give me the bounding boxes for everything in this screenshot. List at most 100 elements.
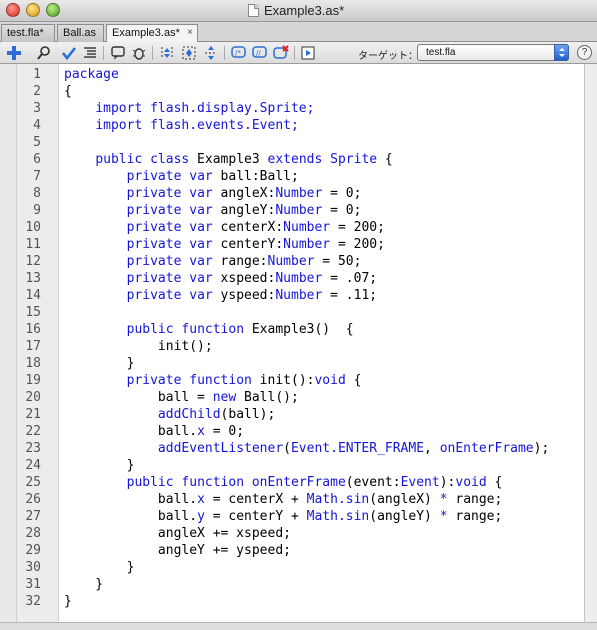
code-line[interactable]: private var centerY:Number = 200; [64,236,385,253]
show-hide-toolbox-icon[interactable] [300,45,316,61]
target-select[interactable]: test.fla [417,44,569,61]
tab-ball-as[interactable]: Ball.as [57,24,104,42]
code-line[interactable]: private var angleY:Number = 0; [64,202,362,219]
code-line[interactable]: } [64,576,103,593]
code-line[interactable]: public class Example3 extends Sprite { [64,151,392,168]
code-line[interactable]: public function onEnterFrame(event:Event… [64,474,503,491]
code-line[interactable]: ball.x = centerX + Math.sin(angleX) * ra… [64,491,502,508]
remove-comment-icon[interactable] [273,45,289,61]
code-line[interactable]: import flash.events.Event; [64,117,299,134]
code-keyword-token: Number [283,237,331,252]
code-line[interactable]: angleY += yspeed; [64,542,291,559]
line-number: 9 [33,203,41,218]
code-token: range; [447,509,503,524]
zoom-window-button[interactable] [46,3,60,17]
line-number: 8 [33,186,41,201]
toolbar-separator [152,46,153,60]
collapse-between-braces-icon[interactable] [159,45,175,61]
line-number: 3 [33,101,41,116]
code-token: xspeed: [212,271,276,286]
code-token: ball = [64,390,213,405]
code-token: } [64,594,72,609]
expand-all-icon[interactable] [203,45,219,61]
help-button[interactable]: ? [577,45,592,60]
apply-block-comment-icon[interactable]: /* [231,45,247,61]
add-statement-icon[interactable] [6,45,22,61]
collapse-selection-icon[interactable] [181,45,197,61]
code-line[interactable]: angleX += xspeed; [64,525,291,542]
code-line[interactable]: private var yspeed:Number = .11; [64,287,377,304]
line-number: 23 [25,441,41,456]
code-hint-icon[interactable] [110,45,126,61]
code-line[interactable]: addEventListener(Event.ENTER_FRAME, onEn… [64,440,549,457]
code-keyword-token: Number [283,220,331,235]
close-window-button[interactable] [6,3,20,17]
code-line[interactable]: private var centerX:Number = 200; [64,219,385,236]
code-token: angleX: [212,186,276,201]
code-keyword-token: private function [126,373,252,388]
code-keyword-token: void [455,475,487,490]
code-line[interactable]: init(); [64,338,213,355]
line-number: 12 [25,254,41,269]
code-token: } [64,560,135,575]
code-line[interactable]: import flash.display.Sprite; [64,100,314,117]
code-line[interactable]: private var ball:Ball; [64,168,299,185]
code-area[interactable]: package { import flash.display.Sprite; im… [59,64,584,622]
line-number: 4 [33,118,41,133]
code-line[interactable]: private var xspeed:Number = .07; [64,270,377,287]
code-keyword-token: onEnterFrame [251,475,346,490]
find-icon[interactable] [36,45,52,61]
code-line[interactable]: } [64,355,135,372]
code-line[interactable]: private var range:Number = 50; [64,253,362,270]
check-syntax-icon[interactable] [61,45,77,61]
apply-line-comment-icon[interactable]: // [252,45,268,61]
code-token: = 0; [322,186,362,201]
code-keyword-token: Number [267,254,315,269]
line-number: 13 [25,271,41,286]
target-label: ターゲット： [358,51,418,62]
vertical-scrollbar[interactable] [584,64,597,622]
code-line[interactable]: ball.x = 0; [64,423,244,440]
code-line[interactable]: } [64,593,72,610]
code-token: init(): [251,373,315,388]
code-line[interactable]: package [64,66,119,83]
code-keyword-token: onEnterFrame [439,441,534,456]
code-keyword-token: public class [95,152,190,167]
status-strip [0,622,597,630]
code-line[interactable]: private var angleX:Number = 0; [64,185,362,202]
auto-format-icon[interactable] [82,45,98,61]
code-keyword-token: addChild [157,407,221,422]
code-keyword-token: private var [126,203,213,218]
minimize-window-button[interactable] [26,3,40,17]
code-line[interactable]: private function init():void { [64,372,362,389]
code-line[interactable]: } [64,559,135,576]
code-token: yspeed: [212,288,276,303]
code-token: Ball(); [236,390,299,405]
close-tab-icon[interactable]: × [187,27,193,38]
code-token: (event: [345,475,401,490]
code-line[interactable]: ball.y = centerY + Math.sin(angleY) * ra… [64,508,502,525]
line-number: 29 [25,543,41,558]
debug-options-icon[interactable] [131,45,147,61]
line-number: 31 [25,577,41,592]
code-line[interactable]: addChild(ball); [64,406,275,423]
code-keyword-token: private var [126,254,213,269]
code-line[interactable]: ball = new Ball(); [64,389,299,406]
line-number: 18 [25,356,41,371]
code-keyword-token: package [64,67,119,82]
title-bar: Example3.as* [0,0,597,22]
tab-example3-as[interactable]: Example3.as* × [106,24,198,43]
code-line[interactable]: { [64,83,72,100]
tab-test-fla[interactable]: test.fla* [1,24,55,42]
code-line[interactable]: } [64,457,135,474]
code-line[interactable]: public function Example3() { [64,321,354,338]
